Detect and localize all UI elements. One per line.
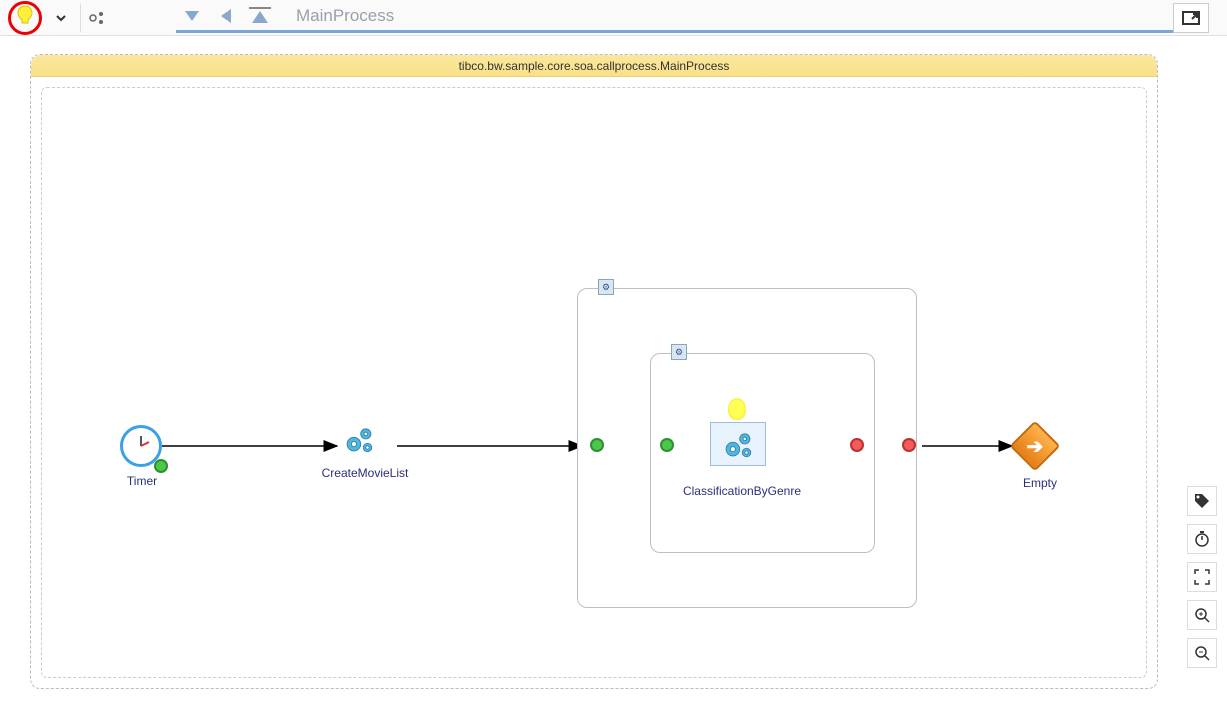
clock-icon bbox=[123, 428, 159, 464]
inner-scope-end-pin-icon bbox=[850, 438, 864, 452]
zoom-out-button[interactable] bbox=[1187, 638, 1217, 668]
toolbar-dropdown[interactable] bbox=[44, 3, 78, 33]
create-movie-list-node[interactable] bbox=[342, 422, 376, 459]
zoom-in-button[interactable] bbox=[1187, 600, 1217, 630]
toolbar: MainProcess bbox=[0, 0, 1227, 36]
breadcrumb-nav bbox=[176, 2, 276, 30]
timer-label: Timer bbox=[117, 474, 167, 488]
stopwatch-icon bbox=[1194, 531, 1210, 547]
chevron-down-icon bbox=[55, 12, 67, 24]
classification-label: ClassificationByGenre bbox=[672, 484, 812, 498]
scope-start-pin-icon bbox=[590, 438, 604, 452]
stopwatch-button[interactable] bbox=[1187, 524, 1217, 554]
inner-scope-start-pin-icon bbox=[660, 438, 674, 452]
scope-badge-icon: ⚙ bbox=[598, 279, 614, 295]
gears-icon bbox=[342, 422, 376, 456]
arrow-right-icon: ➔ bbox=[1027, 433, 1044, 458]
breadcrumb-bar: MainProcess bbox=[176, 3, 1207, 33]
popout-button[interactable] bbox=[1173, 3, 1209, 33]
bulb-icon bbox=[728, 398, 746, 420]
canvas-area: tibco.bw.sample.core.soa.callprocess.Mai… bbox=[0, 36, 1227, 704]
create-movie-list-label: CreateMovieList bbox=[310, 466, 420, 480]
popout-icon bbox=[1182, 11, 1200, 25]
toolbar-settings[interactable] bbox=[80, 3, 114, 33]
gears-icon bbox=[721, 427, 755, 461]
bulb-icon[interactable] bbox=[16, 5, 34, 30]
start-pin-icon bbox=[154, 459, 168, 473]
empty-label: Empty bbox=[1010, 476, 1070, 490]
tag-icon bbox=[1194, 493, 1210, 509]
settings-icon bbox=[88, 10, 106, 26]
breadcrumb-current: MainProcess bbox=[276, 6, 1175, 26]
inner-canvas[interactable]: ⚙ ⚙ Timer bbox=[41, 87, 1147, 678]
highlight-annotation bbox=[8, 1, 42, 35]
classification-node[interactable] bbox=[710, 422, 766, 466]
fit-to-screen-icon bbox=[1194, 569, 1210, 585]
zoom-out-icon bbox=[1194, 645, 1210, 661]
process-frame: tibco.bw.sample.core.soa.callprocess.Mai… bbox=[30, 54, 1158, 689]
scope-badge-icon: ⚙ bbox=[671, 344, 687, 360]
canvas-tools bbox=[1187, 486, 1217, 668]
breadcrumb-up[interactable] bbox=[244, 2, 276, 30]
zoom-in-icon bbox=[1194, 607, 1210, 623]
scope-end-pin-icon bbox=[902, 438, 916, 452]
breadcrumb-back[interactable] bbox=[210, 2, 242, 30]
tag-button[interactable] bbox=[1187, 486, 1217, 516]
breadcrumb-down[interactable] bbox=[176, 2, 208, 30]
fit-button[interactable] bbox=[1187, 562, 1217, 592]
process-title: tibco.bw.sample.core.soa.callprocess.Mai… bbox=[31, 55, 1157, 77]
